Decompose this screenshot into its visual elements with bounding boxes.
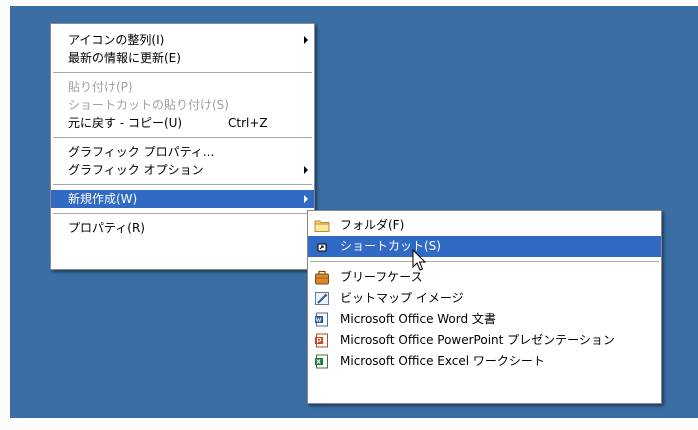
menu-item-label: グラフィック プロパティ...	[68, 145, 215, 159]
desktop-context-menu: アイコンの整列(I) 最新の情報に更新(E) 貼り付け(P) ショートカットの貼…	[50, 23, 315, 270]
menu-item-label: Microsoft Office Word 文書	[340, 312, 496, 326]
submenu-item-folder[interactable]: フォルダ(F)	[308, 215, 661, 236]
menu-separator	[53, 72, 312, 73]
menu-separator	[53, 137, 312, 138]
briefcase-icon	[314, 270, 330, 285]
menu-item-arrange-icons[interactable]: アイコンの整列(I)	[51, 31, 314, 49]
submenu-item-word-document[interactable]: Microsoft Office Word 文書	[308, 309, 661, 330]
menu-item-label: ブリーフケース	[340, 270, 423, 284]
menu-item-undo-copy[interactable]: 元に戻す - コピー(U) Ctrl+Z	[51, 114, 314, 132]
submenu-arrow-icon	[304, 36, 308, 44]
menu-item-graphics-options[interactable]: グラフィック オプション	[51, 161, 314, 179]
menu-item-label: プロパティ(R)	[68, 221, 145, 235]
shortcut-icon	[314, 239, 330, 254]
menu-separator	[53, 184, 312, 185]
menu-item-label: ビットマップ イメージ	[340, 291, 464, 305]
mouse-pointer-icon	[412, 248, 428, 273]
menu-item-label: アイコンの整列(I)	[68, 33, 165, 47]
menu-item-new[interactable]: 新規作成(W)	[51, 190, 314, 208]
submenu-item-bitmap-image[interactable]: ビットマップ イメージ	[308, 288, 661, 309]
bitmap-image-icon	[314, 291, 330, 306]
menu-item-label: グラフィック オプション	[68, 163, 204, 177]
menu-item-shortcut: Ctrl+Z	[228, 116, 268, 130]
menu-item-properties[interactable]: プロパティ(R)	[51, 219, 314, 237]
menu-item-label: 貼り付け(P)	[68, 80, 133, 94]
submenu-item-shortcut[interactable]: ショートカット(S)	[308, 236, 661, 257]
menu-item-paste[interactable]: 貼り付け(P)	[51, 78, 314, 96]
menu-item-label: Microsoft Office Excel ワークシート	[340, 354, 545, 368]
submenu-item-briefcase[interactable]: ブリーフケース	[308, 267, 661, 288]
menu-item-label: フォルダ(F)	[340, 218, 405, 232]
menu-item-label: Microsoft Office PowerPoint プレゼンテーション	[340, 333, 615, 347]
menu-item-label: 新規作成(W)	[68, 192, 138, 206]
submenu-arrow-icon	[304, 166, 308, 174]
folder-icon	[314, 218, 330, 233]
menu-item-label: 最新の情報に更新(E)	[68, 51, 181, 65]
new-submenu: フォルダ(F) ショートカット(S) ブリーフケース ビットマップ イメージ M…	[307, 210, 662, 404]
excel-worksheet-icon	[314, 354, 330, 369]
powerpoint-presentation-icon	[314, 333, 330, 348]
menu-item-refresh[interactable]: 最新の情報に更新(E)	[51, 49, 314, 67]
submenu-arrow-icon	[304, 195, 308, 203]
menu-item-label: 元に戻す - コピー(U)	[68, 116, 183, 130]
submenu-item-excel-worksheet[interactable]: Microsoft Office Excel ワークシート	[308, 351, 661, 372]
word-document-icon	[314, 312, 330, 327]
menu-item-paste-shortcut[interactable]: ショートカットの貼り付け(S)	[51, 96, 314, 114]
menu-separator	[53, 213, 312, 214]
menu-item-label: ショートカットの貼り付け(S)	[68, 98, 229, 112]
menu-separator	[310, 261, 659, 262]
submenu-item-powerpoint-presentation[interactable]: Microsoft Office PowerPoint プレゼンテーション	[308, 330, 661, 351]
menu-item-graphics-properties[interactable]: グラフィック プロパティ...	[51, 143, 314, 161]
